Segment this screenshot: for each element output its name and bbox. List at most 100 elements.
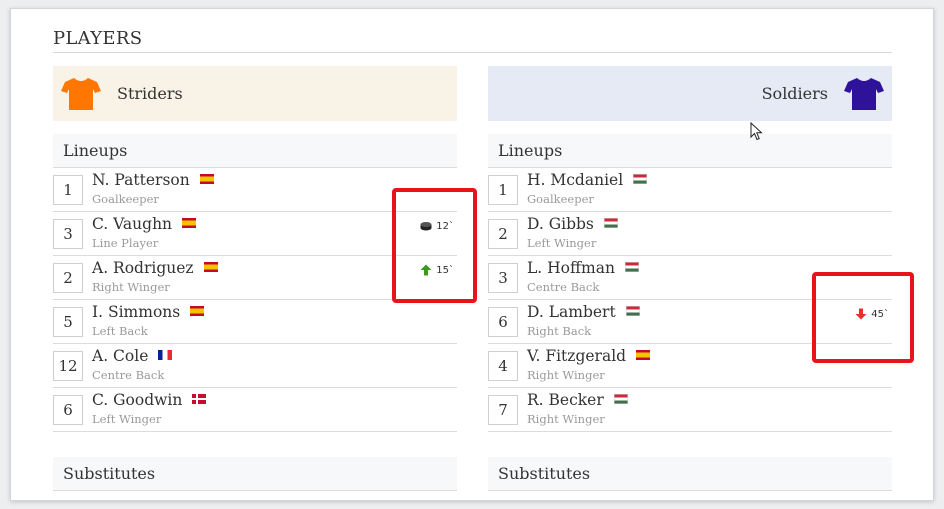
player-name-line: H. Mcdaniel (527, 171, 648, 189)
player-row[interactable]: 1 H. Mcdaniel Goalkeeper (488, 168, 892, 212)
player-row[interactable]: 2 A. Rodriguez Right Winger 15` (53, 256, 457, 300)
player-row[interactable]: 3 C. Vaughn Line Player 12` (53, 212, 457, 256)
player-name-line: C. Goodwin (92, 391, 207, 409)
player-number: 6 (488, 307, 518, 337)
player-name[interactable]: H. Mcdaniel (527, 171, 623, 189)
arrow-up-icon (420, 264, 432, 276)
mouse-cursor-icon (750, 122, 763, 141)
player-event: 15` (420, 264, 454, 276)
home-shirt-shape (61, 77, 101, 110)
player-name[interactable]: R. Becker (527, 391, 604, 409)
players-panel: PLAYERS Striders Lineups 1 N. Patterson Go… (10, 8, 934, 501)
player-name-line: L. Hoffman (527, 259, 639, 277)
flag-dk-icon (192, 394, 207, 404)
player-name-line: C. Vaughn (92, 215, 197, 233)
flag-hu-icon (624, 262, 639, 272)
player-name[interactable]: L. Hoffman (527, 259, 615, 277)
player-name-line: V. Fitzgerald (527, 347, 651, 365)
arrow-down-icon (855, 308, 867, 320)
player-position: Right Winger (92, 280, 170, 294)
player-name-line: N. Patterson (92, 171, 214, 189)
player-row[interactable]: 3 L. Hoffman Centre Back (488, 256, 892, 300)
flag-hu-icon (603, 218, 618, 228)
player-name-line: D. Lambert (527, 303, 640, 321)
home-lineup-list: 1 N. Patterson Goalkeeper 3 C. Vaughn Line Pl… (53, 168, 457, 432)
player-number: 12 (53, 351, 83, 381)
flag-es-icon (203, 262, 218, 272)
home-team-column: Striders Lineups 1 N. Patterson Goalkeeper… (53, 66, 457, 491)
player-name-line: A. Cole (92, 347, 173, 365)
player-name-line: D. Gibbs (527, 215, 618, 233)
player-number: 6 (53, 395, 83, 425)
event-minute: 12` (436, 220, 454, 232)
player-row[interactable]: 7 R. Becker Right Winger (488, 388, 892, 432)
flag-es-icon (199, 174, 214, 184)
home-substitutes-heading: Substitutes (53, 457, 457, 491)
player-number: 4 (488, 351, 518, 381)
flag-hu-icon (633, 174, 648, 184)
player-name-line: A. Rodriguez (92, 259, 218, 277)
event-minute: 45` (871, 308, 889, 320)
flag-es-icon (636, 350, 651, 360)
player-name[interactable]: A. Rodriguez (92, 259, 194, 277)
player-position: Right Back (527, 324, 592, 338)
player-event: 12` (420, 220, 454, 232)
section-title: PLAYERS (53, 28, 892, 53)
player-name[interactable]: I. Simmons (92, 303, 180, 321)
event-minute: 15` (436, 264, 454, 276)
away-team-column: Soldiers Lineups 1 H. Mcdaniel Goalkeeper 2… (488, 66, 892, 491)
shirt-icon (61, 77, 101, 110)
player-position: Centre Back (527, 280, 600, 294)
player-row[interactable]: 4 V. Fitzgerald Right Winger (488, 344, 892, 388)
shirt-icon (844, 77, 884, 110)
player-row[interactable]: 2 D. Gibbs Left Winger (488, 212, 892, 256)
player-name-line: R. Becker (527, 391, 628, 409)
home-team-name[interactable]: Striders (117, 84, 183, 103)
away-team-header: Soldiers (488, 66, 892, 121)
player-name[interactable]: D. Gibbs (527, 215, 594, 233)
player-position: Left Back (92, 324, 148, 338)
flag-hu-icon (613, 394, 628, 404)
player-position: Centre Back (92, 368, 165, 382)
player-number: 1 (53, 175, 83, 205)
player-row[interactable]: 1 N. Patterson Goalkeeper (53, 168, 457, 212)
player-event: 45` (855, 308, 889, 320)
away-lineups-heading: Lineups (488, 134, 892, 168)
flag-es-icon (182, 218, 197, 228)
player-name[interactable]: N. Patterson (92, 171, 190, 189)
player-number: 5 (53, 307, 83, 337)
home-team-header: Striders (53, 66, 457, 121)
flag-fr-icon (158, 350, 173, 360)
player-position: Right Winger (527, 412, 605, 426)
player-name[interactable]: D. Lambert (527, 303, 616, 321)
away-team-name[interactable]: Soldiers (762, 84, 828, 103)
player-number: 1 (488, 175, 518, 205)
away-shirt-shape (844, 77, 884, 110)
player-number: 2 (53, 263, 83, 293)
away-substitutes-heading: Substitutes (488, 457, 892, 491)
home-lineups-heading: Lineups (53, 134, 457, 168)
player-row[interactable]: 6 C. Goodwin Left Winger (53, 388, 457, 432)
player-position: Goalkeeper (527, 192, 594, 206)
player-position: Line Player (92, 236, 159, 250)
player-row[interactable]: 12 A. Cole Centre Back (53, 344, 457, 388)
flag-es-icon (190, 306, 205, 316)
player-name-line: I. Simmons (92, 303, 205, 321)
player-name[interactable]: C. Goodwin (92, 391, 182, 409)
player-row[interactable]: 5 I. Simmons Left Back (53, 300, 457, 344)
player-number: 7 (488, 395, 518, 425)
player-name[interactable]: C. Vaughn (92, 215, 172, 233)
player-number: 2 (488, 219, 518, 249)
flag-hu-icon (625, 306, 640, 316)
away-lineup-list: 1 H. Mcdaniel Goalkeeper 2 D. Gibbs Left Wing… (488, 168, 892, 432)
player-name[interactable]: A. Cole (92, 347, 148, 365)
player-name[interactable]: V. Fitzgerald (527, 347, 626, 365)
player-position: Left Winger (92, 412, 162, 426)
player-position: Goalkeeper (92, 192, 159, 206)
player-number: 3 (488, 263, 518, 293)
player-position: Left Winger (527, 236, 597, 250)
puck-icon (420, 222, 432, 231)
player-row[interactable]: 6 D. Lambert Right Back 45` (488, 300, 892, 344)
player-position: Right Winger (527, 368, 605, 382)
player-number: 3 (53, 219, 83, 249)
